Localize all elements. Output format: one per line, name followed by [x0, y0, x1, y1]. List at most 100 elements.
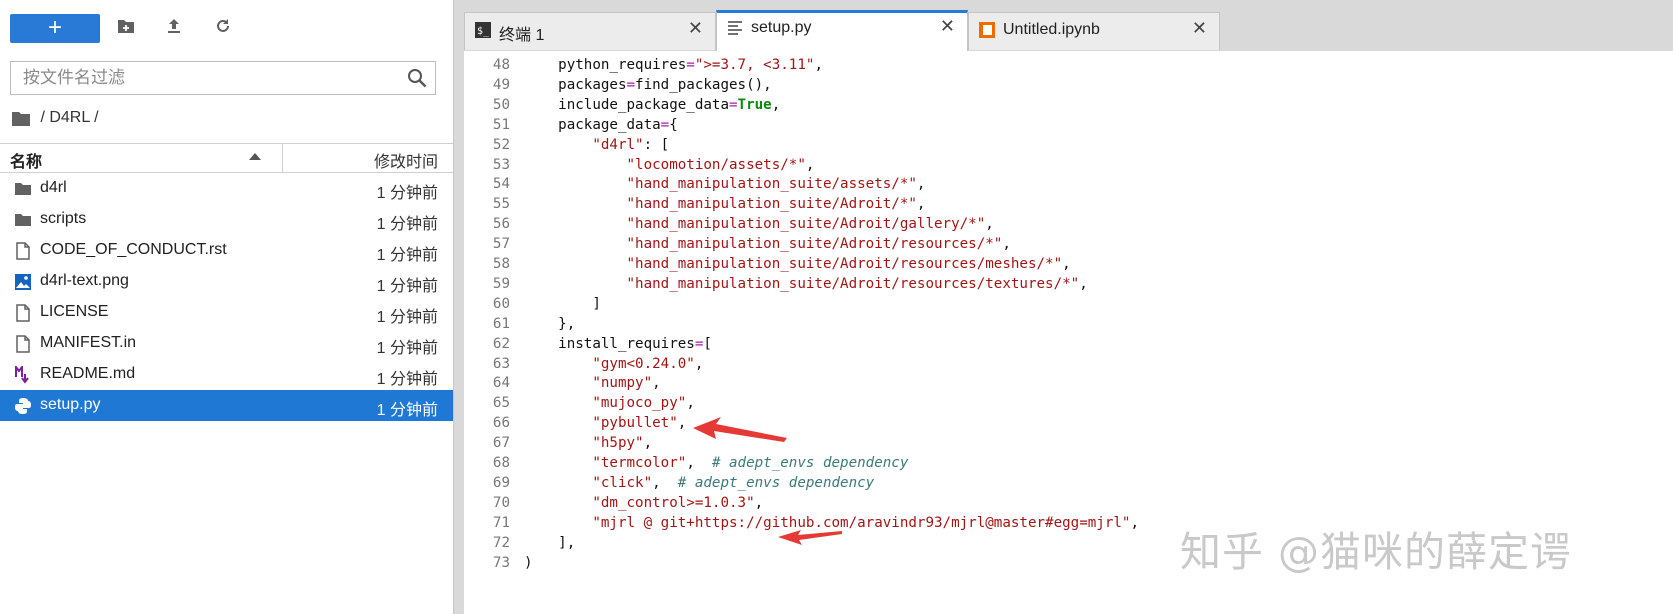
code-line: "hand_manipulation_suite/Adroit/resource…	[626, 275, 1088, 292]
file-modified: 1 分钟前	[376, 371, 438, 388]
line-number: 53	[492, 156, 510, 173]
search-icon[interactable]	[407, 68, 427, 88]
line-number: 70	[492, 494, 510, 511]
code-line: ],	[524, 534, 576, 551]
tab-label: Untitled.ipynb	[1003, 21, 1100, 38]
sort-ascending-icon	[249, 153, 261, 160]
file-filter	[10, 61, 436, 95]
code-line: "dm_control>=1.0.3",	[592, 494, 764, 511]
code-line: "termcolor", # adept_envs dependency	[592, 455, 909, 471]
line-number: 63	[492, 355, 510, 372]
tab-setup-py[interactable]: setup.py ✕	[716, 10, 968, 51]
home-folder-icon[interactable]	[12, 111, 30, 126]
code-line: "hand_manipulation_suite/Adroit/gallery/…	[626, 216, 994, 233]
folder-icon	[15, 183, 31, 195]
new-launcher-button[interactable]: +	[10, 14, 100, 43]
file-name: CODE_OF_CONDUCT.rst	[40, 241, 227, 258]
tab-bar: $_ 终端 1 ✕ setup.py ✕ Untitled.ipynb ✕	[454, 0, 1673, 51]
close-icon[interactable]: ✕	[1192, 18, 1207, 39]
breadcrumb: / D4RL /	[12, 109, 99, 131]
file-row-license[interactable]: LICENSE 1 分钟前	[0, 297, 453, 328]
file-row-code-of-conduct[interactable]: CODE_OF_CONDUCT.rst 1 分钟前	[0, 235, 453, 266]
notebook-icon	[979, 22, 995, 38]
file-row-d4rl-text-png[interactable]: d4rl-text.png 1 分钟前	[0, 266, 453, 297]
line-number: 64	[492, 375, 510, 392]
tab-label: 终端 1	[499, 27, 545, 44]
file-name: d4rl	[40, 179, 67, 196]
file-name: README.md	[40, 365, 136, 382]
file-modified: 1 分钟前	[376, 185, 438, 202]
file-list-header: 名称 修改时间	[0, 143, 453, 173]
line-number: 73	[492, 554, 510, 571]
upload-icon[interactable]	[163, 18, 185, 40]
panel-edge	[454, 51, 464, 614]
line-number: 67	[492, 435, 510, 452]
file-modified: 1 分钟前	[376, 278, 438, 295]
line-number: 58	[492, 256, 510, 272]
markdown-icon	[15, 366, 29, 384]
line-number: 68	[492, 455, 510, 471]
file-name: MANIFEST.in	[40, 334, 137, 351]
line-number: 62	[492, 335, 510, 352]
modified-column-header[interactable]: 修改时间	[374, 148, 438, 172]
terminal-icon: $_	[475, 22, 491, 38]
tab-untitled-ipynb[interactable]: Untitled.ipynb ✕	[968, 12, 1220, 50]
code-line: "hand_manipulation_suite/assets/*",	[626, 176, 926, 193]
line-number: 65	[492, 395, 510, 412]
code-line: "gym<0.24.0",	[592, 355, 704, 372]
line-number: 72	[492, 534, 510, 551]
code-line: package_data={	[524, 116, 678, 133]
file-modified: 1 分钟前	[376, 216, 438, 233]
line-number: 51	[492, 116, 510, 133]
code-line: python_requires=">=3.7, <3.11",	[524, 57, 823, 73]
image-icon	[15, 274, 31, 290]
text-file-icon	[728, 21, 742, 35]
line-number: 57	[492, 236, 510, 253]
refresh-icon[interactable]	[212, 18, 234, 40]
close-icon[interactable]: ✕	[688, 18, 703, 39]
column-divider[interactable]	[282, 144, 283, 172]
file-row-scripts[interactable]: scripts 1 分钟前	[0, 204, 453, 235]
file-row-setup-py[interactable]: setup.py 1 分钟前	[0, 390, 453, 421]
file-icon	[16, 304, 30, 322]
file-list: d4rl 1 分钟前 scripts 1 分钟前 CODE_OF_CONDUCT…	[0, 173, 453, 421]
new-folder-icon[interactable]	[115, 18, 137, 40]
line-number: 71	[492, 514, 510, 531]
code-line: install_requires=[	[524, 335, 712, 352]
file-modified: 1 分钟前	[376, 340, 438, 357]
file-modified: 1 分钟前	[376, 309, 438, 326]
close-icon[interactable]: ✕	[940, 16, 955, 37]
code-line: "numpy",	[592, 375, 661, 392]
code-line: )	[524, 554, 533, 571]
file-name: scripts	[40, 210, 87, 227]
code-line: "mjrl @ git+https://github.com/aravindr9…	[592, 514, 1140, 531]
code-line: "pybullet",	[592, 415, 687, 432]
tab-label: setup.py	[751, 19, 812, 36]
tab-terminal-1[interactable]: $_ 终端 1 ✕	[464, 12, 716, 50]
line-number: 69	[492, 474, 510, 491]
breadcrumb-path[interactable]: / D4RL /	[40, 109, 98, 126]
folder-icon	[15, 214, 31, 226]
code-line: "click", # adept_envs dependency	[592, 474, 875, 491]
code-line: "hand_manipulation_suite/Adroit/*",	[626, 196, 926, 213]
file-browser-toolbar: +	[10, 14, 450, 44]
file-modified: 1 分钟前	[376, 402, 438, 419]
file-name: LICENSE	[40, 303, 109, 320]
file-row-d4rl[interactable]: d4rl 1 分钟前	[0, 173, 453, 204]
file-filter-input[interactable]	[11, 62, 415, 94]
watermark: 知乎 @猫咪的薛定谔	[1180, 528, 1573, 576]
file-modified: 1 分钟前	[376, 247, 438, 264]
code-line: packages=find_packages(),	[524, 76, 772, 93]
line-number: 50	[492, 96, 510, 113]
line-number: 60	[492, 295, 510, 312]
svg-text:$_: $_	[477, 26, 490, 37]
file-row-manifest[interactable]: MANIFEST.in 1 分钟前	[0, 328, 453, 359]
code-line: "h5py",	[592, 435, 653, 452]
line-number: 49	[492, 76, 510, 93]
code-line: "mujoco_py",	[592, 395, 695, 412]
name-column-header[interactable]: 名称	[10, 148, 42, 172]
line-number: 55	[492, 196, 510, 213]
code-line: },	[524, 315, 576, 332]
file-row-readme[interactable]: README.md 1 分钟前	[0, 359, 453, 390]
file-icon	[16, 335, 30, 353]
